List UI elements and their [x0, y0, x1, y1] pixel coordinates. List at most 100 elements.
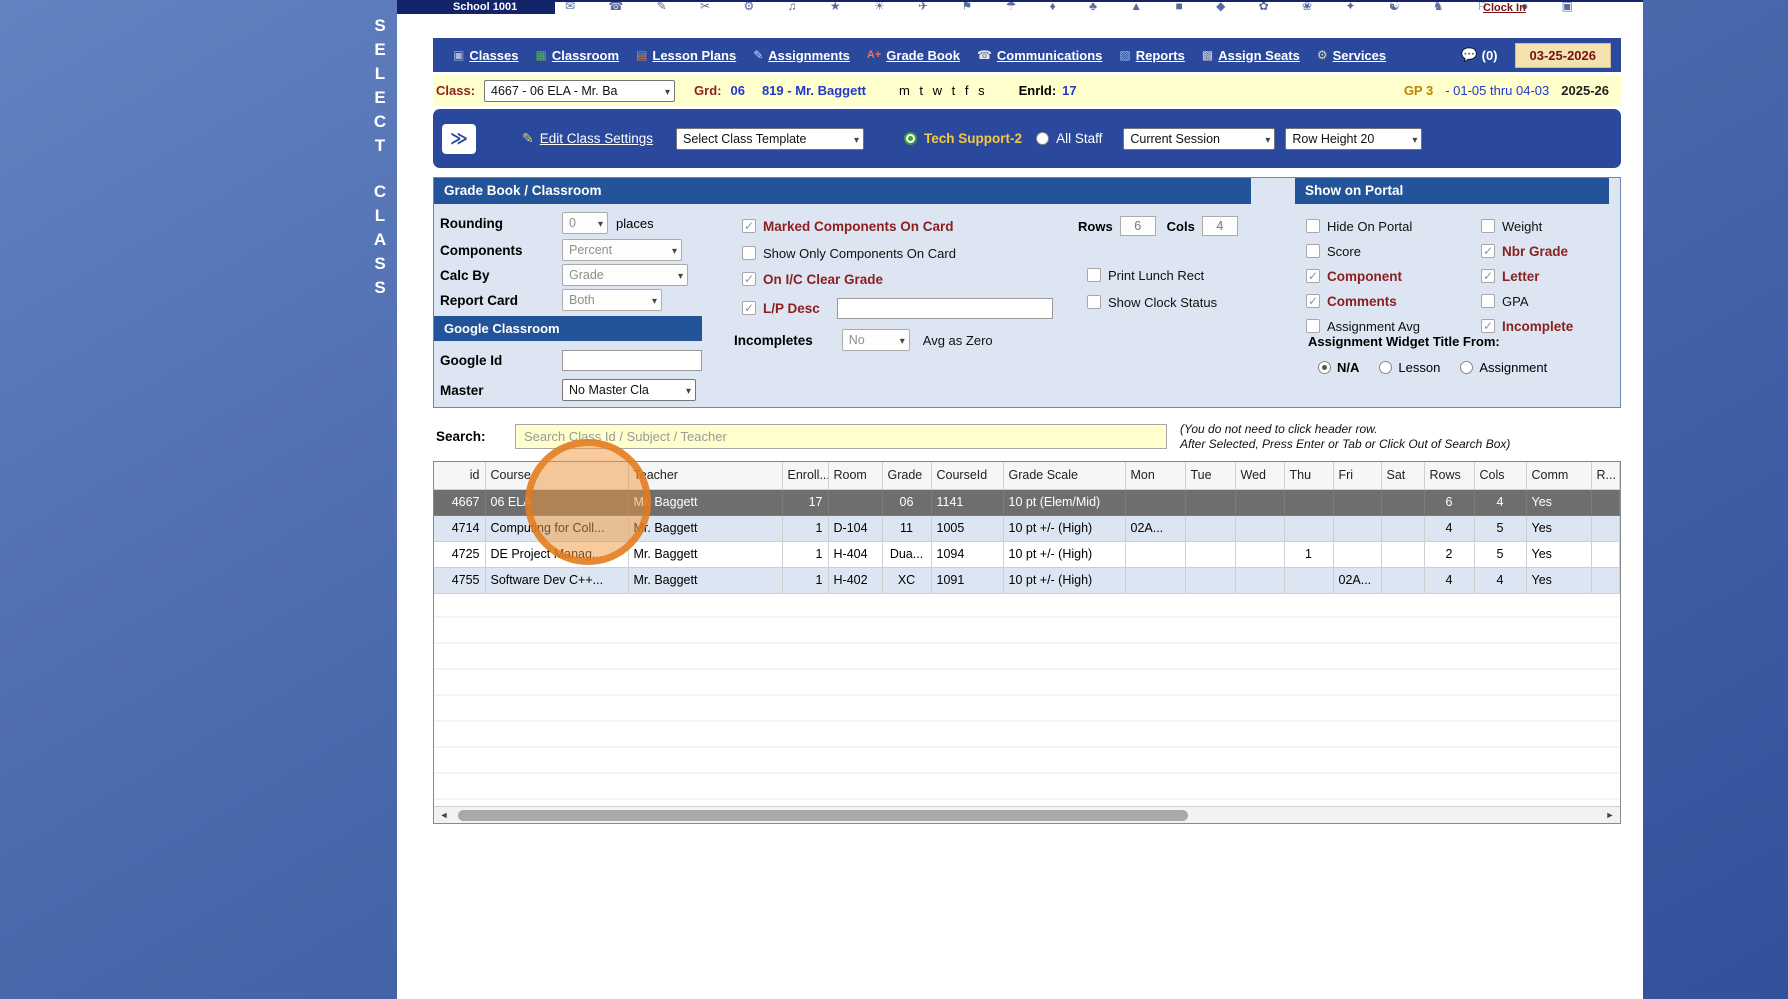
rows-input[interactable]: [1120, 216, 1156, 236]
dropdown-arrow-icon: [678, 268, 683, 282]
teacher-name: 819 - Mr. Baggett: [762, 83, 866, 98]
marked-components-label: Marked Components On Card: [763, 219, 954, 234]
show-only-components-checkbox[interactable]: [742, 246, 756, 260]
nav-classroom[interactable]: ▦ Classroom: [536, 48, 620, 63]
col-header-enroll[interactable]: Enroll...: [782, 462, 828, 489]
reportcard-label: Report Card: [440, 293, 562, 308]
col-header-cols[interactable]: Cols: [1474, 462, 1526, 489]
all-staff-radio[interactable]: [1036, 132, 1049, 145]
calcby-row: Calc By Grade: [440, 263, 688, 287]
col-header-thu[interactable]: Thu: [1284, 462, 1333, 489]
class-template-select[interactable]: Select Class Template: [676, 128, 864, 150]
col-header-tue[interactable]: Tue: [1185, 462, 1235, 489]
class-select[interactable]: 4667 - 06 ELA - Mr. Ba: [484, 80, 675, 102]
widget-title-lesson-radio[interactable]: [1379, 361, 1392, 374]
search-input[interactable]: [515, 424, 1167, 449]
cell-rows: 4: [1424, 515, 1474, 541]
nav-label: Assignments: [768, 48, 850, 63]
table-row[interactable]: 4755 Software Dev C++... Mr. Baggett 1 H…: [434, 567, 1620, 593]
col-header-id[interactable]: id: [434, 462, 485, 489]
col-header-teacher[interactable]: Teacher: [628, 462, 782, 489]
nav-lesson-plans[interactable]: ▤ Lesson Plans: [636, 48, 736, 63]
cols-input[interactable]: [1202, 216, 1238, 236]
edit-class-settings-link[interactable]: ✎ Edit Class Settings: [522, 130, 653, 147]
row-height-select[interactable]: Row Height 20: [1285, 128, 1422, 150]
nav-reports[interactable]: ▨ Reports: [1119, 48, 1184, 63]
widget-title-na-radio[interactable]: [1318, 361, 1331, 374]
col-header-mon[interactable]: Mon: [1125, 462, 1185, 489]
col-header-rows[interactable]: Rows: [1424, 462, 1474, 489]
component-checkbox[interactable]: [1306, 269, 1320, 283]
cell-grade: XC: [882, 567, 931, 593]
col-header-room[interactable]: Room: [828, 462, 882, 489]
incompletes-select[interactable]: No: [842, 329, 910, 351]
cell-tue: [1185, 489, 1235, 515]
weight-checkbox[interactable]: [1481, 219, 1495, 233]
expand-button[interactable]: ≫: [442, 124, 476, 154]
col-header-sat[interactable]: Sat: [1381, 462, 1424, 489]
session-select[interactable]: Current Session: [1123, 128, 1275, 150]
table-row-selected[interactable]: 4667 06 ELA Mr. Baggett 17 06 1141 10 pt…: [434, 489, 1620, 515]
cell-sat: [1381, 489, 1424, 515]
components-label: Components: [440, 243, 562, 258]
col-header-grade[interactable]: Grade: [882, 462, 931, 489]
app-icons-row[interactable]: ✉ ☎ ✎ ✂ ⚙ ♫ ★ ☀ ✈ ⚑ ☂ ♦ ♣ ▲ ■ ◆ ✿ ❀ ✦ ☯ …: [565, 2, 1588, 13]
cell-grade-scale: 10 pt +/- (High): [1003, 541, 1125, 567]
tech-support-radio[interactable]: [904, 132, 917, 145]
dropdown-arrow-icon: [900, 333, 905, 347]
nav-communications[interactable]: ☎ Communications: [977, 48, 1102, 63]
nav-services[interactable]: ⚙ Services: [1317, 48, 1386, 63]
cell-fri: [1333, 515, 1381, 541]
cell-tue: [1185, 567, 1235, 593]
master-select[interactable]: No Master Cla: [562, 379, 696, 401]
col-header-comm[interactable]: Comm: [1526, 462, 1591, 489]
calcby-select[interactable]: Grade: [562, 264, 688, 286]
nav-classes[interactable]: ▣ Classes: [453, 48, 519, 63]
select-class-vertical-label: SELECT CLASS: [371, 14, 389, 300]
component-row: Component: [1306, 264, 1402, 288]
components-select[interactable]: Percent: [562, 239, 682, 261]
col-header-fri[interactable]: Fri: [1333, 462, 1381, 489]
nbr-grade-checkbox[interactable]: [1481, 244, 1495, 258]
ic-clear-grade-checkbox[interactable]: [742, 272, 756, 286]
lp-desc-checkbox[interactable]: [742, 301, 756, 315]
scroll-right-arrow-icon[interactable]: [1602, 807, 1618, 823]
cell-enroll: 17: [782, 489, 828, 515]
widget-title-assignment-radio[interactable]: [1460, 361, 1473, 374]
col-header-grade-scale[interactable]: Grade Scale: [1003, 462, 1125, 489]
googleid-input[interactable]: [562, 350, 702, 371]
col-header-course[interactable]: Course: [485, 462, 628, 489]
cell-room: H-404: [828, 541, 882, 567]
col-header-r[interactable]: R...: [1591, 462, 1620, 489]
marked-components-row: Marked Components On Card: [742, 214, 954, 238]
gpa-checkbox[interactable]: [1481, 294, 1495, 308]
cell-cols: 4: [1474, 489, 1526, 515]
comments-checkbox[interactable]: [1306, 294, 1320, 308]
show-clock-checkbox[interactable]: [1087, 295, 1101, 309]
reportcard-select[interactable]: Both: [562, 289, 662, 311]
nav-assignments[interactable]: ✎ Assignments: [753, 48, 850, 63]
reportcard-value: Both: [569, 293, 595, 307]
marked-components-checkbox[interactable]: [742, 219, 756, 233]
col-header-courseid[interactable]: CourseId: [931, 462, 1003, 489]
nav-assign-seats[interactable]: ▩ Assign Seats: [1202, 48, 1300, 63]
clock-in-link[interactable]: Clock In: [1483, 2, 1526, 14]
letter-checkbox[interactable]: [1481, 269, 1495, 283]
chat-button[interactable]: 💬 (0): [1461, 47, 1497, 63]
date-button[interactable]: 03-25-2026: [1515, 43, 1612, 68]
print-lunch-checkbox[interactable]: [1087, 268, 1101, 282]
hide-on-portal-checkbox[interactable]: [1306, 219, 1320, 233]
horizontal-scrollbar[interactable]: [434, 806, 1620, 823]
incomplete-checkbox[interactable]: [1481, 319, 1495, 333]
table-row[interactable]: 4714 Computing for Coll... Mr. Baggett 1…: [434, 515, 1620, 541]
scrollbar-thumb[interactable]: [458, 810, 1188, 821]
class-template-value: Select Class Template: [683, 132, 806, 146]
score-checkbox[interactable]: [1306, 244, 1320, 258]
lp-desc-input[interactable]: [837, 298, 1053, 319]
col-header-wed[interactable]: Wed: [1235, 462, 1284, 489]
table-row[interactable]: 4725 DE Project Manag... Mr. Baggett 1 H…: [434, 541, 1620, 567]
rounding-select[interactable]: 0: [562, 212, 608, 234]
nav-grade-book[interactable]: A+ Grade Book: [867, 48, 960, 63]
assignment-avg-checkbox[interactable]: [1306, 319, 1320, 333]
scroll-left-arrow-icon[interactable]: [436, 807, 452, 823]
